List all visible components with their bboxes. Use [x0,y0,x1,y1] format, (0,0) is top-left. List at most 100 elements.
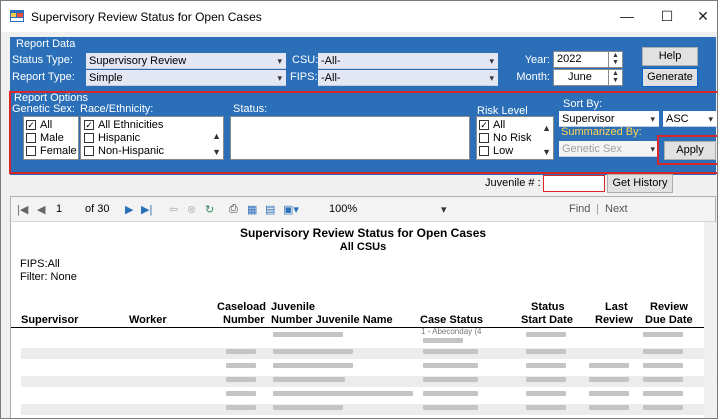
redacted-text [526,363,566,368]
spin-arrows-icon[interactable]: ▲ ▼ [608,70,622,85]
first-page-icon[interactable]: |◀ [17,203,28,216]
current-page[interactable]: 1 [56,203,62,215]
last-page-icon[interactable]: ▶| [141,203,152,216]
vertical-scrollbar[interactable] [704,222,716,418]
redacted-text [526,391,566,396]
stop-icon[interactable]: ⊗ [187,203,196,216]
fips-label: FIPS: [290,71,318,83]
print-icon[interactable]: ⎙ [229,203,238,216]
report-subtitle: All CSUs [339,241,387,253]
spin-arrows-icon[interactable]: ▲ ▼ [608,52,622,67]
redacted-text [423,338,463,343]
column-header-juvenile: Juvenile [271,301,316,313]
column-header-worker: Worker [129,314,167,326]
chevron-down-icon: ▾ [489,56,494,66]
checkbox-icon[interactable] [479,146,489,156]
app-icon [10,10,24,22]
redacted-text [273,377,345,382]
refresh-icon[interactable]: ↻ [205,203,214,216]
checkbox-icon[interactable] [26,133,36,143]
checkbox-icon[interactable] [84,133,94,143]
chevron-down-icon: ▾ [650,114,655,124]
header-rule [11,327,711,328]
print-layout-icon[interactable]: ▦ [247,203,257,216]
checkbox-checked-icon[interactable]: ✓ [479,120,489,130]
year-value: 2022 [557,53,582,65]
checkbox-checked-icon[interactable]: ✓ [84,120,94,130]
summarized-by-select[interactable]: Genetic Sex ▾ [559,141,659,157]
scroll-up-icon[interactable]: ▲ [542,123,551,133]
checkbox-icon[interactable] [26,146,36,156]
page-setup-icon[interactable]: ▤ [265,203,275,216]
next-page-icon[interactable]: ▶ [125,203,133,216]
column-header-supervisor: Supervisor [21,314,79,326]
get-history-button[interactable]: Get History [607,174,673,193]
close-button[interactable]: ✕ [694,7,712,25]
status-type-label: Status Type: [12,54,73,66]
redacted-text [423,405,478,410]
next-link[interactable]: Next [605,203,628,215]
zoom-dropdown-icon[interactable]: ▾ [441,203,447,216]
help-button[interactable]: Help [642,47,698,66]
minimize-button[interactable]: — [618,7,636,25]
checkbox-icon[interactable] [84,146,94,156]
zoom-level[interactable]: 100% [329,203,357,215]
export-icon[interactable]: ▣▾ [283,203,299,216]
sort-order-value: ASC [666,113,689,125]
redacted-text [273,332,343,337]
column-header-due-date: Due Date [645,314,693,326]
redacted-text [589,363,629,368]
status-list[interactable] [230,116,470,160]
status-type-select[interactable]: Supervisory Review ▾ [86,53,286,69]
find-link[interactable]: Find [569,203,590,215]
race-ethnicity-list[interactable]: ✓ All Ethnicities Hispanic Non-Hispanic ▲… [80,116,224,160]
juvenile-label: Juvenile # : [485,177,541,189]
redacted-text [526,377,566,382]
back-icon[interactable]: ⇦ [169,203,178,216]
sort-by-label: Sort By: [563,98,603,110]
scroll-down-icon[interactable]: ▼ [212,147,221,157]
redacted-text [226,377,256,382]
risk-level-list[interactable]: ✓ All No Risk Low ▲ ▼ [476,116,554,160]
chevron-down-icon: ▾ [489,73,494,83]
summarized-by-label: Summarized By: [561,126,642,138]
month-spinner[interactable]: June ▲ ▼ [553,69,623,86]
redacted-text [589,405,629,410]
maximize-button[interactable]: ☐ [658,7,676,25]
table-row [21,348,717,359]
race-ethnicity-label: Race/Ethnicity: [80,103,154,115]
summarized-by-value: Genetic Sex [562,143,622,155]
redacted-text [589,391,629,396]
year-spinner[interactable]: 2022 ▲ ▼ [553,51,623,68]
title-bar: Supervisory Review Status for Open Cases… [1,1,717,32]
checkbox-icon[interactable] [479,133,489,143]
sort-by-value: Supervisor [562,113,615,125]
redacted-text [643,377,683,382]
csu-select[interactable]: -All- ▾ [318,53,498,69]
juvenile-number-input[interactable] [543,175,605,192]
redacted-text [423,363,478,368]
report-type-value: Simple [89,72,123,84]
year-label: Year: [524,54,550,66]
previous-page-icon[interactable]: ◀ [37,203,45,216]
redacted-text [643,391,683,396]
scroll-down-icon[interactable]: ▼ [542,147,551,157]
apply-button[interactable]: Apply [664,141,716,160]
column-header-caseload-number: Number [223,314,265,326]
genetic-sex-list[interactable]: ✓ All Male Female [23,116,79,160]
redacted-text [273,363,353,368]
generate-button[interactable]: Generate [642,68,698,87]
redacted-text [526,332,566,337]
redacted-text [273,391,413,396]
column-header-juvenile-number-name: Number Juvenile Name [271,314,393,326]
checkbox-checked-icon[interactable]: ✓ [26,120,36,130]
chevron-down-icon: ▾ [277,56,282,66]
scroll-up-icon[interactable]: ▲ [212,131,221,141]
report-type-select[interactable]: Simple ▾ [86,70,286,86]
fips-select[interactable]: -All- ▾ [318,70,498,86]
column-header-caseload: Caseload [217,301,266,313]
redacted-text [526,405,566,410]
sort-order-select[interactable]: ASC ▾ [663,111,717,127]
redacted-text [643,363,683,368]
sort-by-select[interactable]: Supervisor ▾ [559,111,659,127]
